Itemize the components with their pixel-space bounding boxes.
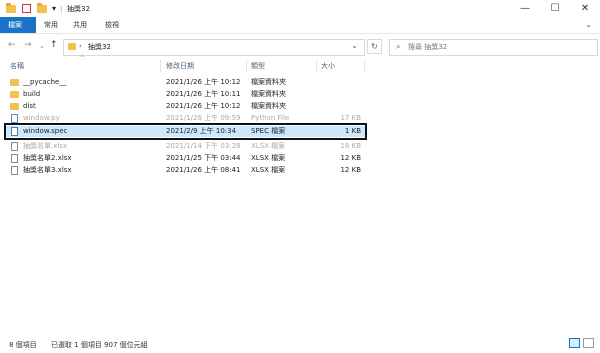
expand-ribbon-icon[interactable]: ⌄ — [585, 20, 592, 29]
file-date: 2021/1/14 下午 03:28 — [166, 142, 241, 150]
title-bar: ▾ | 抽獎32 — ☐ ✕ — [0, 0, 600, 17]
highlight-box — [4, 123, 367, 140]
file-name: __pycache__ — [23, 78, 67, 86]
column-divider[interactable] — [316, 60, 317, 72]
file-date: 2021/1/25 下午 03:44 — [166, 154, 241, 162]
recent-chevron-icon[interactable]: ⌄ — [39, 42, 45, 50]
file-type: 檔案資料夾 — [251, 78, 286, 86]
status-bar: 8 個項目 已選取 1 個項目 907 個位元組 — [9, 340, 148, 350]
tab-view[interactable]: 檢視 — [97, 17, 127, 33]
tab-share[interactable]: 共用 — [65, 17, 95, 33]
folder-icon — [6, 2, 16, 14]
list-item[interactable]: __pycache__ 2021/1/26 上午 10:12 檔案資料夾 — [5, 77, 365, 88]
document-icon — [11, 166, 18, 175]
file-date: 2021/1/26 上午 08:41 — [166, 166, 241, 174]
refresh-icon[interactable]: ↻ — [367, 39, 382, 54]
customize-toolbar-icon[interactable]: ▾ — [52, 3, 56, 14]
file-type: XLSX 檔案 — [251, 154, 286, 162]
breadcrumb-chevron-icon: › — [79, 42, 82, 50]
item-count: 8 個項目 — [9, 341, 37, 349]
up-arrow-icon[interactable]: ↑ — [50, 40, 58, 50]
selection-info: 已選取 1 個項目 907 個位元組 — [50, 341, 148, 349]
file-size: 18 KB — [340, 142, 361, 150]
folder-icon — [10, 103, 19, 110]
list-item[interactable]: 抽獎名單3.xlsx 2021/1/26 上午 08:41 XLSX 檔案 12… — [5, 165, 365, 176]
document-icon — [11, 154, 18, 163]
list-item[interactable]: dist 2021/1/26 上午 10:12 檔案資料夾 — [5, 101, 365, 112]
sort-arrow-icon: ^ — [80, 55, 86, 62]
properties-icon[interactable] — [22, 4, 31, 13]
back-arrow-icon[interactable]: ← — [8, 40, 16, 50]
history-dropdown-icon[interactable]: ⌄ — [351, 41, 358, 50]
folder-icon — [68, 43, 76, 50]
list-item[interactable]: 抽獎名單2.xlsx 2021/1/25 下午 03:44 XLSX 檔案 12… — [5, 153, 365, 164]
search-box[interactable]: ⌕ 搜尋 抽獎32 — [389, 39, 598, 56]
search-icon: ⌕ — [396, 42, 401, 51]
list-item[interactable]: build 2021/1/26 上午 10:11 檔案資料夾 — [5, 89, 365, 100]
col-header-size[interactable]: 大小 — [321, 60, 335, 72]
list-item[interactable]: 抽獎名單.xlsx 2021/1/14 下午 03:28 XLSX 檔案 18 … — [5, 141, 365, 152]
tab-file[interactable]: 檔案 — [0, 17, 36, 33]
col-header-type[interactable]: 類型 — [251, 60, 265, 72]
maximize-button[interactable]: ☐ — [540, 0, 570, 17]
large-icons-view-icon[interactable] — [583, 338, 594, 348]
ribbon-tabs: 檔案 常用 共用 檢視 ⌄ — [0, 17, 600, 34]
file-name: dist — [23, 102, 36, 110]
python-file-icon — [11, 114, 18, 123]
folder-icon — [10, 91, 19, 98]
address-bar[interactable]: › 抽獎32 ⌄ — [63, 39, 365, 56]
forward-arrow-icon[interactable]: → — [24, 40, 32, 50]
search-input[interactable]: 搜尋 抽獎32 — [408, 42, 447, 52]
file-type: XLSX 檔案 — [251, 142, 286, 150]
title-separator: | — [60, 4, 63, 13]
file-name: 抽獎名單.xlsx — [23, 142, 68, 150]
file-date: 2021/1/26 上午 10:12 — [166, 102, 241, 110]
address-row: ← → ⌄ ↑ › 抽獎32 ⌄ ↻ ⌕ 搜尋 抽獎32 — [0, 36, 600, 58]
file-type: XLSX 檔案 — [251, 166, 286, 174]
file-type: 檔案資料夾 — [251, 102, 286, 110]
file-size: 12 KB — [340, 166, 361, 174]
file-name: 抽獎名單2.xlsx — [23, 154, 72, 162]
file-date: 2021/1/26 上午 10:11 — [166, 90, 241, 98]
column-divider[interactable] — [246, 60, 247, 72]
file-date: 2021/1/26 上午 10:12 — [166, 78, 241, 86]
col-header-name[interactable]: 名稱 — [10, 60, 24, 72]
file-type: 檔案資料夾 — [251, 90, 286, 98]
file-name: 抽獎名單3.xlsx — [23, 166, 72, 174]
tab-home[interactable]: 常用 — [36, 17, 66, 33]
file-name: build — [23, 90, 41, 98]
close-button[interactable]: ✕ — [570, 0, 600, 17]
details-view-icon[interactable] — [569, 338, 580, 348]
document-icon — [11, 142, 18, 151]
window-title: 抽獎32 — [67, 4, 90, 13]
column-divider[interactable] — [160, 60, 161, 72]
file-size: 12 KB — [340, 154, 361, 162]
column-divider[interactable] — [364, 60, 365, 72]
view-switcher — [569, 338, 594, 348]
col-header-date[interactable]: 修改日期 — [166, 60, 194, 72]
new-folder-icon[interactable] — [37, 2, 47, 14]
folder-icon — [10, 79, 19, 86]
minimize-button[interactable]: — — [510, 0, 540, 17]
breadcrumb[interactable]: 抽獎32 — [88, 42, 111, 52]
